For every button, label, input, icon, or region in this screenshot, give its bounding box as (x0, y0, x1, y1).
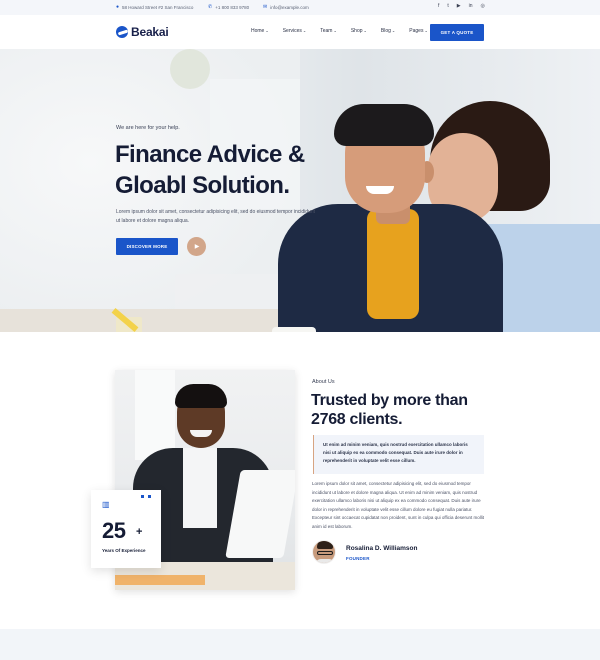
photo-person-shirt (183, 448, 217, 528)
nav-label: Services (282, 28, 302, 34)
header: Beakai Home⌄ Services⌄ Team⌄ Shop⌄ Blog⌄… (0, 15, 600, 49)
chevron-down-icon: ⌄ (391, 28, 396, 33)
chevron-down-icon: ⌄ (302, 28, 307, 33)
card-dots (141, 495, 151, 498)
author-avatar (312, 540, 336, 564)
hero-title-line-1: Finance Advice & (115, 141, 305, 168)
nav-label: Home (251, 28, 265, 34)
photo-window (135, 370, 175, 460)
nav-item-home[interactable]: Home⌄ (251, 28, 269, 34)
main-nav: Home⌄ Services⌄ Team⌄ Shop⌄ Blog⌄ Pages⌄ (251, 28, 428, 34)
get-a-quote-button[interactable]: GET A QUOTE (430, 24, 484, 41)
linkedin-icon[interactable]: in (469, 4, 473, 9)
about-title: Trusted by more than 2768 clients. (311, 392, 468, 428)
plant-decoration (170, 49, 210, 89)
about-label: About Us (312, 379, 335, 385)
coffee-cup (272, 327, 316, 332)
nav-item-blog[interactable]: Blog⌄ (381, 28, 395, 34)
years-plus: + (136, 526, 143, 538)
youtube-icon[interactable]: ▶ (457, 4, 461, 9)
nav-item-services[interactable]: Services⌄ (283, 28, 307, 34)
author-role: FOUNDER (346, 556, 370, 561)
author-name: Rosalina D. Williamson (346, 545, 418, 552)
phone-item[interactable]: ✆ +1 800 833 9780 (208, 4, 249, 11)
nav-item-shop[interactable]: Shop⌄ (351, 28, 367, 34)
chevron-down-icon: ⌄ (363, 28, 367, 33)
photo-person-hair (175, 384, 227, 408)
play-video-button[interactable]: ▶ (187, 237, 206, 256)
email-item[interactable]: ✉ info@example.com (263, 4, 309, 11)
address-item: ● 58 Howard Street #2 San Francisco (116, 4, 194, 11)
nav-item-team[interactable]: Team⌄ (320, 28, 337, 34)
logo-text: Beakai (131, 25, 169, 39)
play-icon: ▶ (194, 243, 200, 250)
man-smile (366, 186, 394, 194)
logo[interactable]: Beakai (116, 25, 169, 39)
chevron-down-icon: ⌄ (333, 28, 337, 33)
hero-text: Lorem ipsum dolor sit amet, consectetur … (116, 209, 315, 224)
address-text: 58 Howard Street #2 San Francisco (122, 5, 194, 10)
photo-notebook (115, 575, 205, 585)
hero-title-line-2: Gloabl Solution. (115, 172, 290, 199)
years-label: Years Of Experience (102, 548, 146, 553)
social-links: f t ▶ in ◎ (438, 4, 485, 9)
about-text: Lorem ipsum dolor sit amet, consectetur … (312, 481, 485, 529)
photo-person-smile (190, 430, 212, 437)
man-shirt (367, 209, 419, 319)
instagram-icon[interactable]: ◎ (481, 4, 485, 9)
hero-subtitle: We are here for your help. (116, 125, 180, 131)
building-icon: ▥ (102, 500, 110, 509)
phone-icon: ✆ (208, 4, 213, 10)
location-pin-icon: ● (116, 4, 120, 10)
twitter-icon[interactable]: t (447, 4, 448, 9)
facebook-icon[interactable]: f (438, 4, 439, 9)
years-number: 25 (102, 518, 126, 543)
nav-label: Shop (350, 28, 363, 34)
mail-icon: ✉ (263, 4, 268, 10)
chevron-down-icon: ⌄ (265, 28, 269, 33)
experience-card: ▥ 25 + Years Of Experience (91, 490, 161, 568)
nav-item-pages[interactable]: Pages⌄ (409, 28, 428, 34)
phone-text[interactable]: +1 800 833 9780 (215, 5, 249, 10)
nav-label: Team (320, 28, 333, 34)
nav-label: Blog (380, 28, 391, 34)
hero-title: Finance Advice & Gloabl Solution. (115, 139, 355, 201)
nav-label: Pages (409, 28, 424, 34)
next-section-strip (0, 629, 600, 660)
about-quote: Ut enim ad minim veniam, quis nostrud ex… (313, 435, 484, 474)
discover-more-button[interactable]: DISCOVER MORE (116, 238, 178, 255)
logo-mark-icon (116, 26, 128, 38)
chevron-down-icon: ⌄ (424, 28, 428, 33)
email-text[interactable]: info@example.com (270, 5, 309, 10)
hero-section: We are here for your help. Finance Advic… (0, 49, 600, 332)
top-bar: ● 58 Howard Street #2 San Francisco ✆ +1… (0, 0, 600, 15)
